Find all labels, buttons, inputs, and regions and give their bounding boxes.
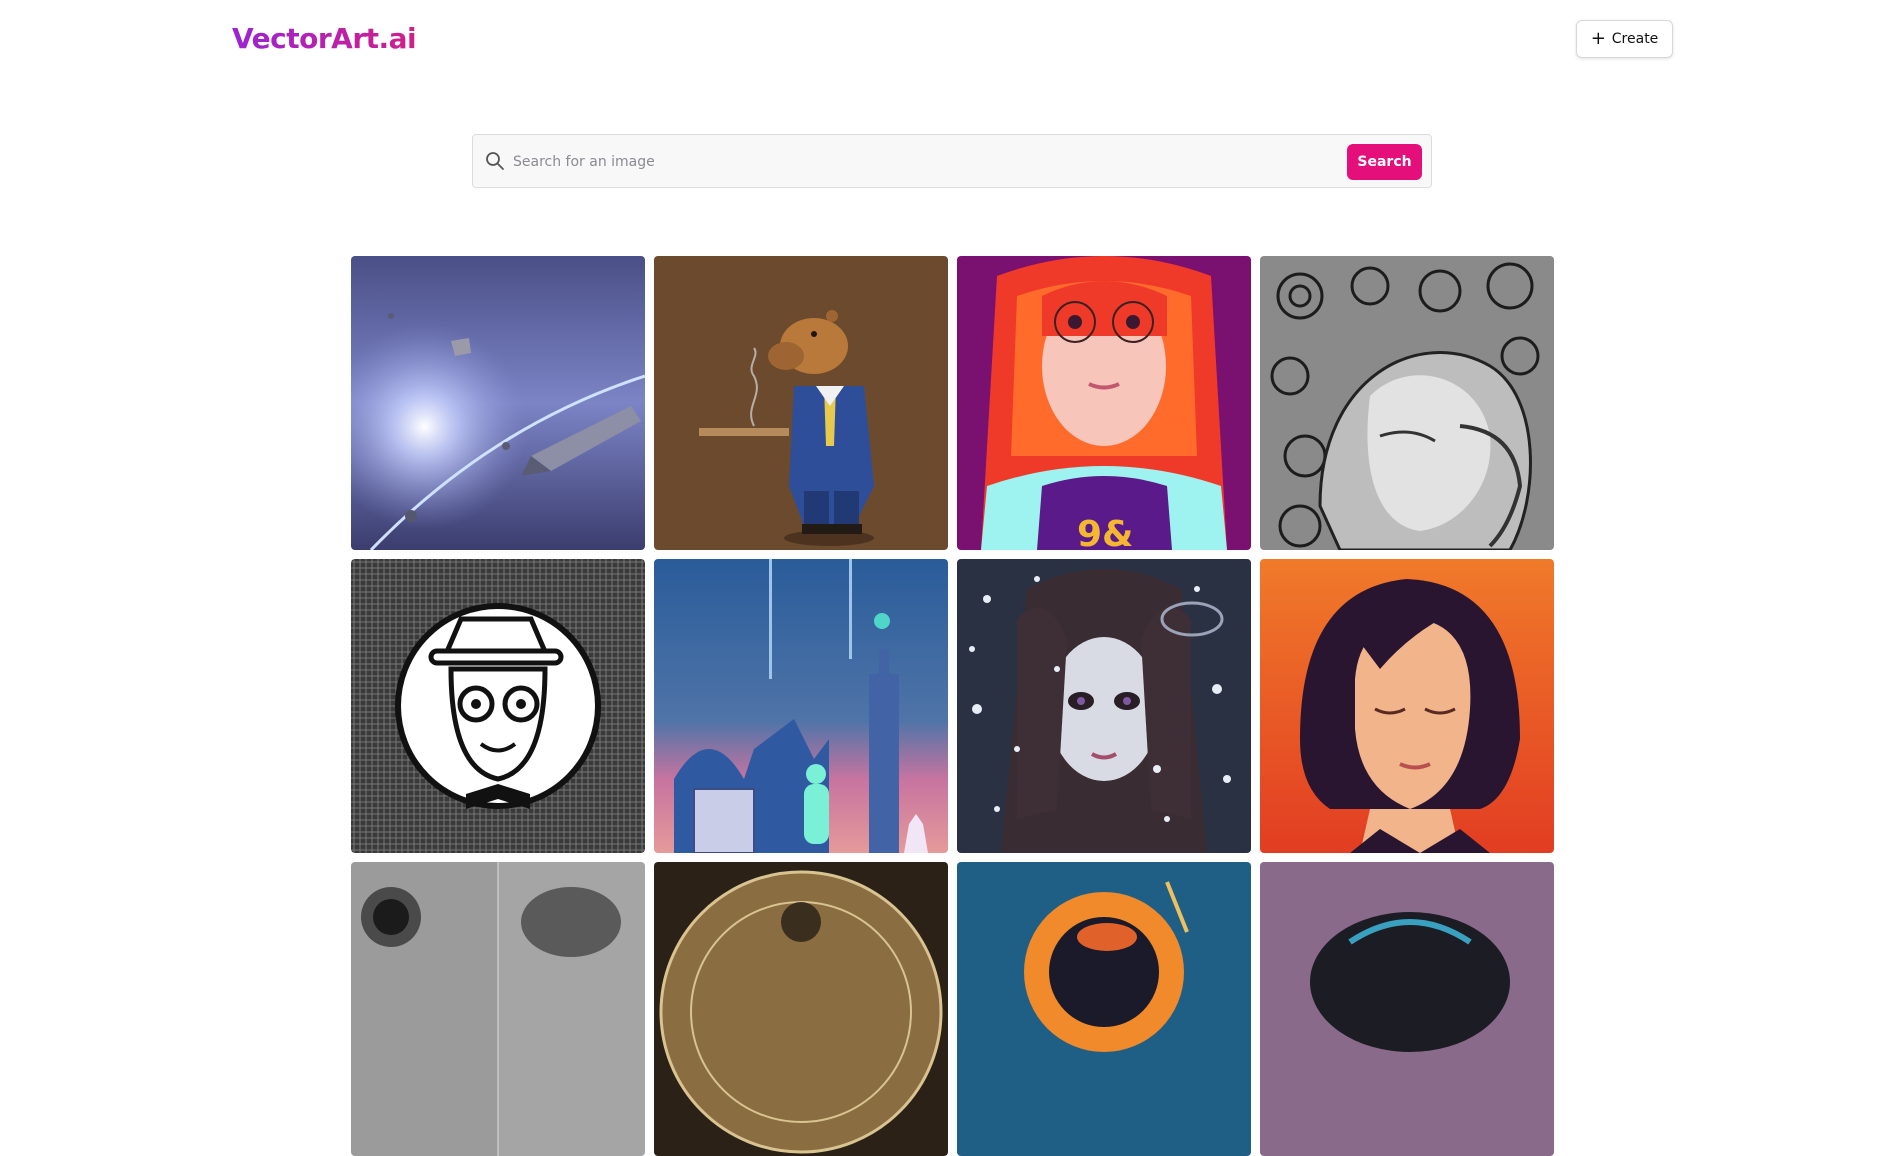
red-hair-girl-glasses-image[interactable]: 9&	[957, 256, 1251, 550]
space-spaceship-image[interactable]	[351, 256, 645, 550]
woman-eyes-closed-portrait-image[interactable]	[1260, 559, 1554, 853]
orange-planet-image[interactable]	[957, 862, 1251, 1156]
city-skyline-planet-image[interactable]	[654, 559, 948, 853]
capybara-businessman-image[interactable]	[654, 256, 948, 550]
snow-girl-portrait-image[interactable]	[957, 559, 1251, 853]
search-icon	[485, 151, 505, 171]
plus-icon: +	[1590, 28, 1606, 49]
search-button[interactable]: Search	[1347, 144, 1422, 180]
logo[interactable]: VectorArt.ai	[232, 22, 417, 55]
create-button-label: Create	[1611, 31, 1659, 47]
mechanical-woman-bw-image[interactable]	[1260, 256, 1554, 550]
search-input[interactable]	[513, 147, 1333, 177]
purple-sphere-image[interactable]	[1260, 862, 1554, 1156]
astronaut-bw-image[interactable]	[351, 862, 645, 1156]
create-button[interactable]: + Create	[1576, 20, 1673, 58]
search-bar: Search	[472, 134, 1432, 188]
man-hat-glasses-icon-image[interactable]	[351, 559, 645, 853]
top-bar: VectorArt.ai + Create	[0, 0, 1903, 80]
image-gallery: 9&	[351, 256, 1554, 1156]
svg-text:9&: 9&	[1077, 514, 1133, 550]
astrolabe-sepia-image[interactable]	[654, 862, 948, 1156]
